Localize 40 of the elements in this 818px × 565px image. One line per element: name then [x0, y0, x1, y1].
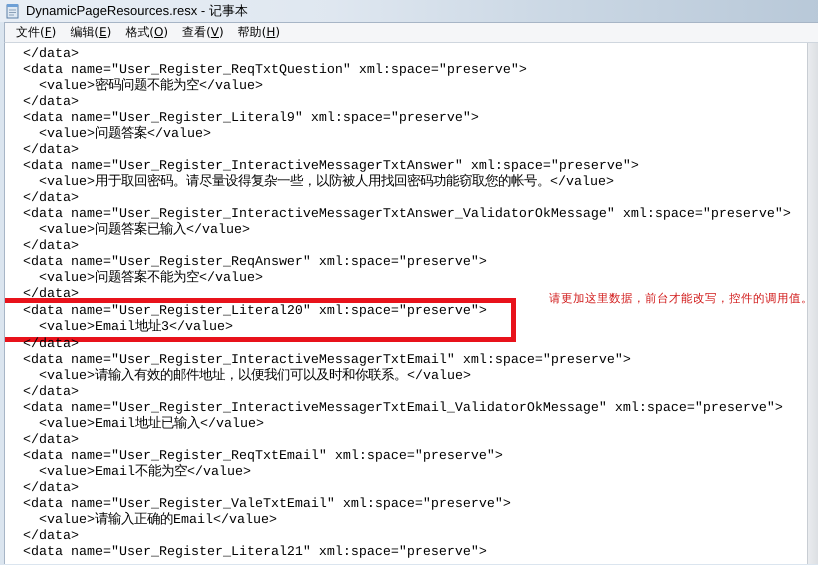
code-line: <value>用于取回密码。请尽量设得复杂一些，以防被人用找回密码功能窃取您的帐号。</value> — [38, 175, 614, 191]
code-line: </data> — [22, 239, 79, 255]
code-line: <value>问题答案</value> — [38, 127, 211, 143]
menu-item[interactable]: 文件(F) — [9, 24, 64, 41]
code-line: </data> — [22, 143, 79, 159]
code-line: </data> — [22, 95, 79, 111]
menu-item[interactable]: 帮助(H) — [230, 24, 288, 41]
window-title: DynamicPageResources.resx - 记事本 — [26, 2, 248, 20]
menu-item[interactable]: 查看(V) — [175, 24, 231, 41]
code-line: <data name="User_Register_InteractiveMessagerTxtAnswer" xml:space="preserve"> — [22, 159, 639, 174]
code-line: <value>问题答案不能为空</value> — [38, 271, 263, 287]
code-line: <data name="User_Register_InteractiveMessagerTxtEmail" xml:space="preserve"> — [22, 353, 631, 368]
code-line: </data> — [22, 481, 79, 497]
code-line: <value>密码问题不能为空</value> — [38, 79, 263, 95]
code-line: </data> — [22, 287, 79, 303]
code-line: <data name="User_Register_ValeTxtEmail" xml:space="preserve"> — [22, 497, 511, 512]
code-line: <data name="User_Register_ReqAnswer" xml:space="preserve"> — [22, 255, 487, 270]
code-line: </data> — [22, 47, 79, 63]
menu-item[interactable]: 编辑(E) — [63, 24, 118, 41]
code-line: <value>请输入正确的Email</value> — [38, 513, 277, 529]
code-line: <value>Email地址3</value> — [38, 320, 233, 336]
code-line: </data> — [22, 191, 79, 207]
code-line: </data> — [22, 529, 79, 545]
annotation-note: 请更加这里数据，前台才能改写，控件的调用值。 — [549, 291, 813, 306]
notepad-icon — [6, 3, 20, 19]
code-line: <value>Email地址已输入</value> — [38, 417, 264, 433]
scrollbar[interactable] — [807, 43, 818, 564]
code-line: <value>Email不能为空</value> — [38, 465, 251, 481]
code-line: <value>问题答案已输入</value> — [38, 223, 250, 239]
code-line: </data> — [22, 385, 79, 401]
code-line: <data name="User_Register_Literal21" xml:space="preserve"> — [22, 545, 487, 561]
code-line: </data> — [22, 433, 79, 449]
code-line: <data name="User_Register_ReqTxtQuestion" xml:space="preserve"> — [22, 63, 527, 78]
code-line: <value>请输入有效的邮件地址，以便我们可以及时和你联系。</value> — [38, 369, 471, 385]
code-line: <data name="User_Register_Literal9" xml:space="preserve"> — [22, 111, 479, 126]
menu-item[interactable]: 格式(O) — [118, 24, 176, 41]
code-line: <data name="User_Register_ReqTxtEmail" xml:space="preserve"> — [22, 449, 503, 464]
code-line: <data name="User_Register_Literal20" xml:space="preserve"> — [22, 304, 487, 319]
code-line: <data name="User_Register_InteractiveMessagerTxtEmail_ValidatorOkMessage" xml:space="preserve"> — [22, 401, 783, 416]
code-line: <data name="User_Register_InteractiveMessagerTxtAnswer_ValidatorOkMessage" xml:space="preserve"> — [22, 207, 791, 222]
